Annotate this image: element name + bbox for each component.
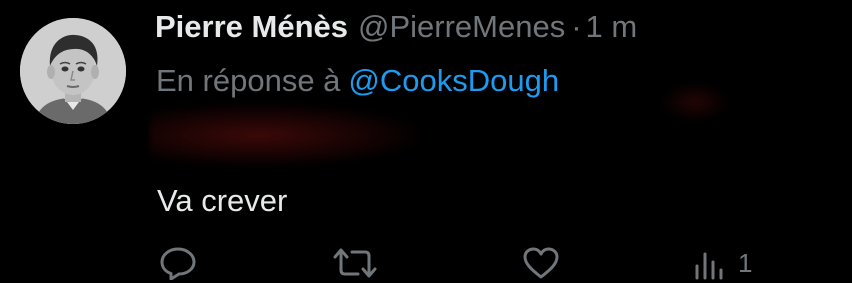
reply-context: En réponse à @CooksDough	[156, 62, 559, 100]
views-count: 1	[738, 248, 753, 278]
heart-icon	[522, 246, 560, 280]
header-separator: ·	[571, 9, 582, 44]
retweet-button[interactable]	[332, 246, 378, 280]
redacted-area	[150, 104, 420, 166]
reply-icon	[158, 246, 198, 280]
tweet-text: Va crever	[157, 183, 288, 218]
author-name[interactable]: Pierre Ménès	[155, 9, 348, 44]
retweet-icon	[332, 246, 378, 280]
tweet-header: Pierre Ménès @PierreMenes · 1 m	[155, 8, 637, 46]
like-button[interactable]	[522, 246, 560, 280]
action-bar: 1	[0, 240, 852, 283]
reply-button[interactable]	[158, 246, 198, 280]
timestamp[interactable]: 1 m	[586, 9, 638, 44]
redacted-area	[660, 82, 730, 122]
views-button[interactable]: 1	[692, 246, 752, 280]
views-icon	[692, 246, 728, 280]
reply-to-handle[interactable]: @CooksDough	[348, 63, 559, 98]
avatar[interactable]	[20, 18, 126, 124]
reply-prefix: En réponse à	[156, 63, 341, 98]
author-handle[interactable]: @PierreMenes	[358, 9, 565, 44]
tweet[interactable]: Pierre Ménès @PierreMenes · 1 m En réponse …	[0, 0, 852, 283]
avatar-photo	[20, 18, 126, 124]
